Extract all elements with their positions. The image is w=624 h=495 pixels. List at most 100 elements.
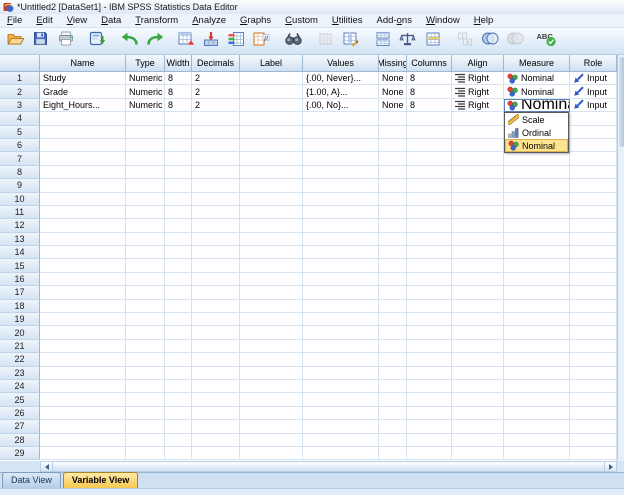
empty-cell[interactable] xyxy=(40,286,126,300)
empty-cell[interactable] xyxy=(240,246,303,260)
empty-cell[interactable] xyxy=(303,379,379,394)
redo-button[interactable] xyxy=(142,30,167,53)
row-number-1[interactable]: 1 xyxy=(0,72,40,86)
measure-combobox-row3[interactable]: Nominal xyxy=(504,98,570,113)
empty-cell[interactable] xyxy=(126,152,165,166)
menu-graphs[interactable]: Graphs xyxy=(233,14,278,27)
empty-cell[interactable] xyxy=(240,393,303,407)
row-number-28[interactable]: 28 xyxy=(0,433,40,447)
empty-cell[interactable] xyxy=(192,219,240,233)
empty-cell[interactable] xyxy=(126,393,165,407)
empty-cell[interactable] xyxy=(40,165,126,180)
measure-option-scale[interactable]: Scale xyxy=(505,113,568,126)
empty-cell[interactable] xyxy=(126,313,165,327)
cell-decimals-row1[interactable]: 2 xyxy=(192,72,240,86)
empty-cell[interactable] xyxy=(570,138,617,153)
empty-cell[interactable] xyxy=(570,420,617,434)
empty-cell[interactable] xyxy=(126,232,165,247)
empty-cell[interactable] xyxy=(192,353,240,367)
empty-cell[interactable] xyxy=(452,326,504,340)
empty-cell[interactable] xyxy=(165,379,192,394)
empty-cell[interactable] xyxy=(570,232,617,247)
empty-cell[interactable] xyxy=(504,219,570,233)
empty-cell[interactable] xyxy=(407,313,452,327)
empty-cell[interactable] xyxy=(240,339,303,354)
empty-cell[interactable] xyxy=(240,179,303,193)
horizontal-scrollbar-thumb[interactable] xyxy=(53,462,604,471)
empty-cell[interactable] xyxy=(407,112,452,126)
empty-cell[interactable] xyxy=(303,446,379,461)
empty-cell[interactable] xyxy=(504,259,570,273)
empty-cell[interactable] xyxy=(40,393,126,407)
empty-cell[interactable] xyxy=(240,259,303,273)
empty-cell[interactable] xyxy=(40,379,126,394)
empty-cell[interactable] xyxy=(40,192,126,206)
empty-cell[interactable] xyxy=(407,286,452,300)
empty-cell[interactable] xyxy=(379,232,407,247)
empty-cell[interactable] xyxy=(570,299,617,314)
empty-cell[interactable] xyxy=(165,286,192,300)
empty-cell[interactable] xyxy=(165,192,192,206)
row-number-10[interactable]: 10 xyxy=(0,192,40,206)
empty-cell[interactable] xyxy=(407,138,452,153)
empty-cell[interactable] xyxy=(379,420,407,434)
empty-cell[interactable] xyxy=(40,339,126,354)
empty-cell[interactable] xyxy=(165,219,192,233)
empty-cell[interactable] xyxy=(303,353,379,367)
empty-cell[interactable] xyxy=(379,138,407,153)
empty-cell[interactable] xyxy=(303,246,379,260)
empty-cell[interactable] xyxy=(379,165,407,180)
scroll-right-button[interactable] xyxy=(604,462,616,471)
empty-cell[interactable] xyxy=(379,326,407,340)
row-number-6[interactable]: 6 xyxy=(0,138,40,153)
empty-cell[interactable] xyxy=(165,259,192,273)
empty-cell[interactable] xyxy=(452,420,504,434)
empty-cell[interactable] xyxy=(240,138,303,153)
empty-cell[interactable] xyxy=(504,192,570,206)
menu-addons[interactable]: Add-ons xyxy=(370,14,419,27)
empty-cell[interactable] xyxy=(504,232,570,247)
empty-cell[interactable] xyxy=(40,138,126,153)
spell-check-button[interactable]: ABC xyxy=(534,30,559,53)
open-data-button[interactable] xyxy=(3,30,28,53)
empty-cell[interactable] xyxy=(165,112,192,126)
empty-cell[interactable] xyxy=(452,165,504,180)
empty-cell[interactable] xyxy=(126,138,165,153)
empty-cell[interactable] xyxy=(303,205,379,220)
cell-name-row1[interactable]: Study xyxy=(40,72,126,86)
empty-cell[interactable] xyxy=(240,205,303,220)
empty-cell[interactable] xyxy=(303,152,379,166)
empty-cell[interactable] xyxy=(192,420,240,434)
empty-cell[interactable] xyxy=(407,379,452,394)
cell-missing-row1[interactable]: None xyxy=(379,72,407,86)
print-button[interactable] xyxy=(53,30,78,53)
cell-width-row3[interactable]: 8 xyxy=(165,98,192,113)
empty-cell[interactable] xyxy=(165,366,192,380)
empty-cell[interactable] xyxy=(504,179,570,193)
empty-cell[interactable] xyxy=(570,339,617,354)
empty-cell[interactable] xyxy=(240,272,303,287)
empty-cell[interactable] xyxy=(126,286,165,300)
empty-cell[interactable] xyxy=(452,313,504,327)
empty-cell[interactable] xyxy=(165,165,192,180)
row-number-2[interactable]: 2 xyxy=(0,85,40,99)
empty-cell[interactable] xyxy=(40,219,126,233)
row-number-21[interactable]: 21 xyxy=(0,339,40,354)
cell-role-row2[interactable]: Input xyxy=(570,85,617,99)
empty-cell[interactable] xyxy=(192,205,240,220)
empty-cell[interactable] xyxy=(407,165,452,180)
empty-cell[interactable] xyxy=(240,446,303,461)
empty-cell[interactable] xyxy=(570,125,617,139)
empty-cell[interactable] xyxy=(126,379,165,394)
empty-cell[interactable] xyxy=(379,205,407,220)
empty-cell[interactable] xyxy=(407,433,452,447)
empty-cell[interactable] xyxy=(504,299,570,314)
empty-cell[interactable] xyxy=(165,205,192,220)
empty-cell[interactable] xyxy=(240,165,303,180)
empty-cell[interactable] xyxy=(192,125,240,139)
empty-cell[interactable] xyxy=(192,379,240,394)
empty-cell[interactable] xyxy=(407,246,452,260)
cell-align-row1[interactable]: Right xyxy=(452,72,504,86)
empty-cell[interactable] xyxy=(126,366,165,380)
row-number-8[interactable]: 8 xyxy=(0,165,40,180)
